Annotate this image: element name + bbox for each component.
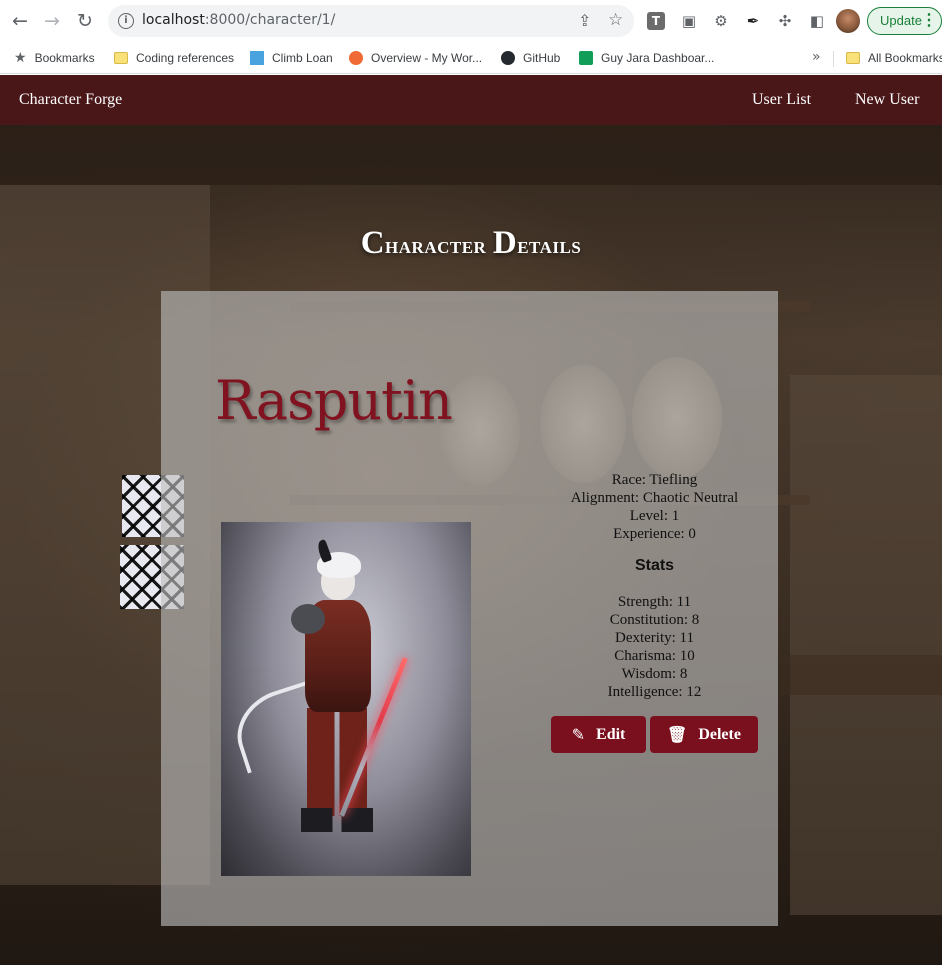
stat-wisdom: Wisdom: 8: [621, 666, 688, 682]
bookmark-label: Overview - My Wor...: [371, 51, 483, 65]
star-icon: ★: [14, 50, 27, 66]
bookmark-label: Bookmarks: [34, 51, 95, 65]
character-name: Rasputin: [215, 369, 453, 432]
stats-heading: Stats: [634, 557, 675, 574]
experience-text: Experience: 0: [613, 526, 696, 542]
bookmark-item-climb-loan[interactable]: Climb Loan: [250, 48, 333, 68]
update-label: Update: [880, 13, 922, 28]
url-host: localhost: [142, 12, 205, 28]
fireplace-wall: [790, 375, 942, 915]
eyedropper-icon[interactable]: ✒: [743, 11, 763, 31]
race-text: Race: Tiefling: [611, 472, 698, 488]
edit-icon: ✎: [571, 725, 586, 744]
bookmark-label: Coding references: [136, 51, 235, 65]
bookmarks-bar: ★ Bookmarks Coding references Climb Loan…: [0, 42, 942, 74]
bookmark-icon: [250, 51, 264, 65]
heading-initial: D: [492, 225, 518, 261]
delete-button[interactable]: 🗑 Delete: [650, 716, 758, 753]
stat-strength: Strength: 11: [617, 594, 692, 610]
nav-link-new-user[interactable]: New User: [855, 91, 919, 109]
nav-link-user-list[interactable]: User List: [752, 91, 811, 109]
all-bookmarks-label: All Bookmarks: [868, 51, 942, 65]
all-bookmarks-item[interactable]: All Bookmarks: [846, 48, 942, 68]
github-icon: [501, 51, 515, 65]
address-bar[interactable]: i localhost:8000/character/1/ ⇪ ☆: [108, 5, 634, 37]
ceiling-beam: [0, 125, 942, 185]
site-info-icon[interactable]: i: [118, 13, 134, 29]
alignment-text: Alignment: Chaotic Neutral: [570, 490, 739, 506]
bookmark-item-github[interactable]: GitHub: [501, 48, 560, 68]
sheets-icon: [579, 51, 593, 65]
character-card: Rasputin Race: Tiefling Alignment: Chaot…: [161, 291, 778, 926]
app-navbar: Character Forge User List New User: [0, 75, 942, 125]
delete-label: Delete: [698, 725, 741, 743]
browser-toolbar: ← → ↻ i localhost:8000/character/1/ ⇪ ☆ …: [0, 0, 942, 42]
url-path: :8000/character/1/: [204, 12, 336, 28]
stat-constitution: Constitution: 8: [609, 612, 700, 628]
bookmark-item-coding-references[interactable]: Coding references: [114, 48, 234, 68]
page-title: Character Details: [0, 225, 942, 262]
forward-arrow-icon[interactable]: →: [40, 9, 64, 33]
bookmark-item-bookmarks[interactable]: ★ Bookmarks: [14, 48, 95, 68]
portrait-boots: [301, 808, 373, 832]
heading-part: etails: [517, 233, 582, 259]
bookmark-item-overview[interactable]: Overview - My Wor...: [349, 48, 482, 68]
bookmark-label: Guy Jara Dashboar...: [601, 51, 715, 65]
extension-t-icon[interactable]: T: [647, 12, 665, 30]
profile-avatar[interactable]: [836, 9, 860, 33]
image-extension-icon[interactable]: ▣: [679, 11, 699, 31]
gear-icon[interactable]: ⚙: [711, 11, 731, 31]
brand-link[interactable]: Character Forge: [19, 91, 122, 109]
bookmarks-overflow-icon[interactable]: »: [812, 49, 821, 65]
level-text: Level: 1: [629, 508, 680, 524]
bookmark-icon: [349, 51, 363, 65]
side-panel-icon[interactable]: ◧: [807, 11, 827, 31]
edit-button[interactable]: ✎ Edit: [551, 716, 646, 753]
portrait-legs: [307, 708, 367, 816]
bookmark-item-guy-jara[interactable]: Guy Jara Dashboar...: [579, 48, 714, 68]
url-text[interactable]: localhost:8000/character/1/: [142, 12, 335, 28]
back-arrow-icon[interactable]: ←: [8, 9, 32, 33]
reload-icon[interactable]: ↻: [73, 9, 97, 33]
trash-icon: 🗑: [667, 725, 688, 744]
tavern-table: [780, 655, 942, 695]
stat-charisma: Charisma: 10: [614, 648, 695, 664]
folder-icon: [114, 52, 128, 64]
share-icon[interactable]: ⇪: [578, 11, 591, 30]
bookmark-star-icon[interactable]: ☆: [608, 10, 623, 30]
bookmark-label: Climb Loan: [272, 51, 333, 65]
character-portrait: [221, 522, 471, 876]
stat-dexterity: Dexterity: 11: [614, 630, 694, 646]
update-button[interactable]: Update ⋮: [867, 7, 942, 35]
bookmark-label: GitHub: [523, 51, 561, 65]
puzzle-extensions-icon[interactable]: ✣: [775, 11, 795, 31]
character-info: Race: Tiefling Alignment: Chaotic Neutra…: [551, 471, 758, 701]
heading-initial: C: [360, 225, 386, 261]
heading-part: haracter: [385, 233, 493, 259]
portrait-armor: [291, 604, 325, 634]
more-menu-icon[interactable]: ⋮: [921, 10, 937, 32]
stat-intelligence: Intelligence: 12: [607, 684, 702, 700]
edit-label: Edit: [596, 725, 626, 743]
folder-icon: [846, 52, 860, 64]
bookmarks-separator: [833, 51, 834, 67]
page-viewport: Character Forge User List New User Chara…: [0, 75, 942, 965]
